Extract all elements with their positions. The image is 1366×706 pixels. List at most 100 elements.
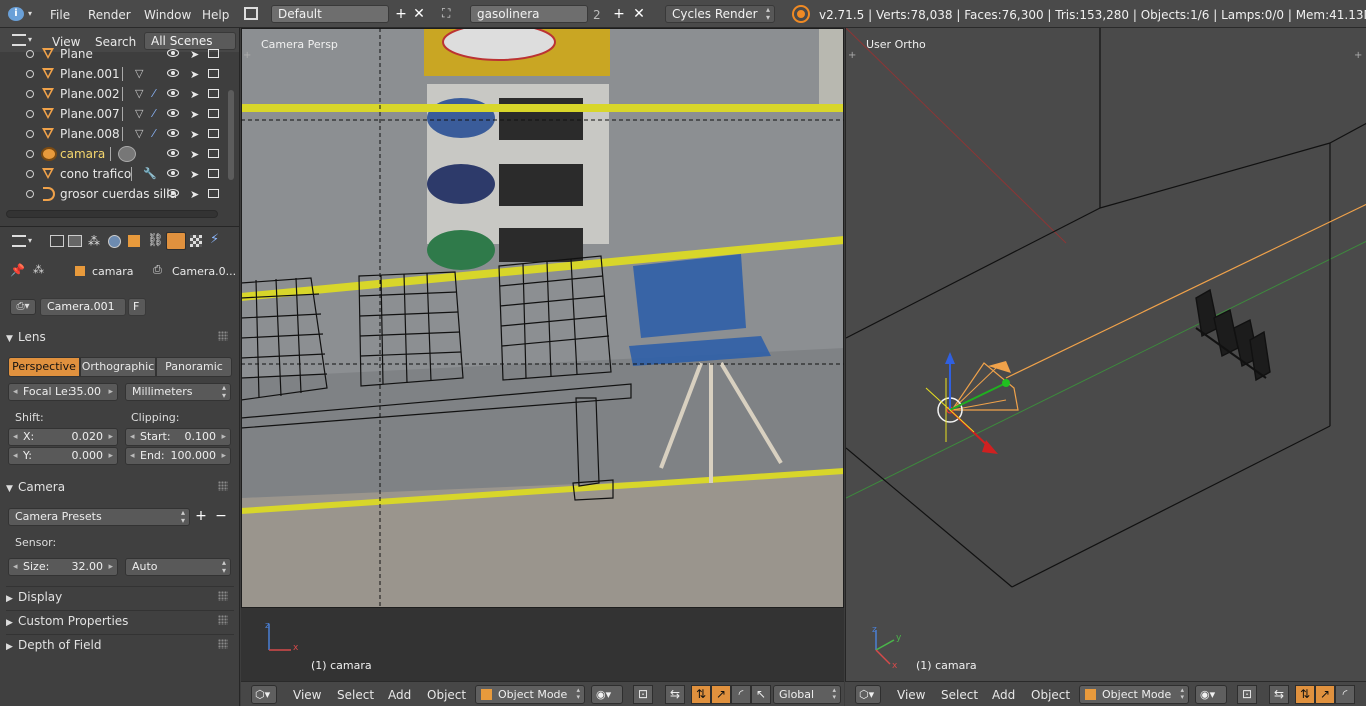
editor-type-button[interactable]: ⬡▾	[855, 685, 881, 704]
shift-x-field[interactable]: ◂ X: 0.020 ▸	[8, 428, 118, 446]
pivot-point-icon[interactable]: ⊡	[633, 685, 653, 704]
select-arrow-icon[interactable]: ➤	[190, 168, 199, 181]
increment-arrow-icon[interactable]: ▸	[221, 448, 226, 464]
object-tab-icon[interactable]	[128, 235, 140, 247]
ortho-view-canvas[interactable]: z y x	[846, 28, 1366, 681]
menu-render[interactable]: Render	[88, 8, 131, 22]
manipulator-toggle-icon[interactable]: ⇆	[665, 685, 685, 704]
render-layers-tab-icon[interactable]	[68, 235, 82, 247]
lens-unit-select[interactable]: Millimeters ▴ ▾	[125, 383, 231, 401]
drag-handle-icon[interactable]	[218, 331, 228, 341]
outliner-item-camara[interactable]: camara ➤	[0, 144, 226, 164]
lens-panel-header[interactable]: ▼ Lens	[6, 327, 234, 347]
close-scene-button[interactable]: ✕	[632, 7, 646, 21]
render-tab-icon[interactable]	[50, 235, 64, 247]
increment-arrow-icon[interactable]: ▸	[221, 429, 226, 445]
display-panel-header[interactable]: ▶ Display	[6, 586, 234, 606]
menu-object[interactable]: Object	[1031, 688, 1070, 702]
visibility-eye-icon[interactable]	[167, 89, 179, 97]
add-preset-button[interactable]: +	[194, 509, 208, 523]
outliner-item-cono-trafico[interactable]: cono trafico 🔧 ➤	[0, 164, 226, 184]
visibility-eye-icon[interactable]	[167, 149, 179, 157]
decrement-arrow-icon[interactable]: ◂	[130, 448, 135, 464]
properties-shelf-toggle-icon[interactable]: +	[1354, 50, 1362, 61]
menu-view[interactable]: View	[897, 688, 925, 702]
custom-properties-panel-header[interactable]: ▶ Custom Properties	[6, 610, 234, 630]
focal-length-field[interactable]: ◂ Focal Le: 35.00 ▸	[8, 383, 118, 401]
perspective-button[interactable]: Perspective	[8, 357, 80, 377]
decrement-arrow-icon[interactable]: ◂	[130, 429, 135, 445]
decrement-arrow-icon[interactable]: ◂	[13, 384, 18, 400]
camera-view-canvas[interactable]: z x	[241, 28, 844, 681]
menu-object[interactable]: Object	[427, 688, 466, 702]
outliner-item-plane-001[interactable]: Plane.001 ▽ ➤	[0, 64, 226, 84]
visibility-eye-icon[interactable]	[167, 109, 179, 117]
outliner-item-plane-008[interactable]: Plane.008 ▽ ⁄ ➤	[0, 124, 226, 144]
select-arrow-icon[interactable]: ➤	[190, 188, 199, 201]
menu-help[interactable]: Help	[202, 8, 229, 22]
screen-layout-field[interactable]: Default	[271, 5, 389, 23]
sensor-fit-select[interactable]: Auto ▴ ▾	[125, 558, 231, 576]
render-camera-icon[interactable]	[208, 89, 219, 98]
rotate-manipulator-icon[interactable]: ↗	[711, 685, 731, 704]
render-camera-icon[interactable]	[208, 129, 219, 138]
render-camera-icon[interactable]	[208, 69, 219, 78]
scene-icon[interactable]: ⛶	[442, 6, 458, 21]
select-arrow-icon[interactable]: ➤	[190, 68, 199, 81]
data-tab-icon[interactable]	[166, 232, 186, 250]
depth-of-field-panel-header[interactable]: ▶ Depth of Field	[6, 634, 234, 654]
physics-tab-icon[interactable]: ⚡	[210, 232, 219, 247]
menu-view[interactable]: View	[293, 688, 321, 702]
decrement-arrow-icon[interactable]: ◂	[13, 559, 18, 575]
user-ortho-viewport[interactable]: z y x User Ortho (1) camara + +	[845, 28, 1366, 681]
render-camera-icon[interactable]	[208, 149, 219, 158]
scale-rotate-icon[interactable]: ◜	[1335, 685, 1355, 704]
layout-icon[interactable]	[244, 7, 258, 20]
clip-start-field[interactable]: ◂ Start: 0.100 ▸	[125, 428, 231, 446]
menu-file[interactable]: File	[50, 8, 70, 22]
clip-end-field[interactable]: ◂ End: 100.000 ▸	[125, 447, 231, 465]
transform-orientation-select[interactable]: Global ▴ ▾	[773, 685, 841, 704]
tool-shelf-toggle-icon[interactable]: +	[848, 50, 856, 61]
visibility-eye-icon[interactable]	[167, 129, 179, 137]
increment-arrow-icon[interactable]: ▸	[108, 429, 113, 445]
camera-panel-header[interactable]: ▼ Camera	[6, 477, 234, 497]
outliner-item-plane[interactable]: Plane ➤	[0, 44, 226, 64]
panoramic-button[interactable]: Panoramic	[156, 357, 232, 377]
select-arrow-icon[interactable]: ➤	[190, 108, 199, 121]
camera-data-browse-icon[interactable]: ⎙▾	[10, 299, 36, 315]
camera-object-gizmo[interactable]	[925, 352, 1019, 454]
editor-type-button[interactable]: ⬡▾	[251, 685, 277, 704]
increment-arrow-icon[interactable]: ▸	[108, 448, 113, 464]
remove-preset-button[interactable]: −	[214, 509, 228, 523]
shift-y-field[interactable]: ◂ Y: 0.000 ▸	[8, 447, 118, 465]
camera-datablock-field[interactable]: Camera.001	[40, 298, 126, 316]
decrement-arrow-icon[interactable]: ◂	[13, 429, 18, 445]
menu-add[interactable]: Add	[388, 688, 411, 702]
render-camera-icon[interactable]	[208, 189, 219, 198]
pin-icon[interactable]: 📌	[10, 263, 25, 277]
outliner-item-plane-007[interactable]: Plane.007 ▽ ⁄ ➤	[0, 104, 226, 124]
visibility-eye-icon[interactable]	[167, 169, 179, 177]
visibility-eye-icon[interactable]	[167, 49, 179, 57]
chevron-down-icon[interactable]: ▾	[28, 236, 32, 245]
menu-select[interactable]: Select	[941, 688, 978, 702]
orthographic-button[interactable]: Orthographic	[80, 357, 156, 377]
render-camera-icon[interactable]	[208, 49, 219, 58]
fake-user-button[interactable]: F	[128, 298, 146, 316]
outliner-hscrollbar[interactable]	[6, 210, 218, 218]
render-camera-icon[interactable]	[208, 109, 219, 118]
translate-manipulator-icon[interactable]: ⇅	[691, 685, 711, 704]
decrement-arrow-icon[interactable]: ◂	[13, 448, 18, 464]
translate-manipulator-icon[interactable]: ⇅	[1295, 685, 1315, 704]
increment-arrow-icon[interactable]: ▸	[108, 559, 113, 575]
outliner-item-plane-002[interactable]: Plane.002 ▽ ⁄ ➤	[0, 84, 226, 104]
chevron-down-icon[interactable]: ▾	[28, 35, 32, 44]
select-arrow-icon[interactable]: ➤	[190, 128, 199, 141]
select-arrow-icon[interactable]: ➤	[190, 88, 199, 101]
menu-window[interactable]: Window	[144, 8, 191, 22]
constraints-tab-icon[interactable]: ⛓	[147, 233, 164, 248]
visibility-eye-icon[interactable]	[167, 69, 179, 77]
scale-manipulator-icon[interactable]: ↖	[751, 685, 771, 704]
increment-arrow-icon[interactable]: ▸	[108, 384, 113, 400]
